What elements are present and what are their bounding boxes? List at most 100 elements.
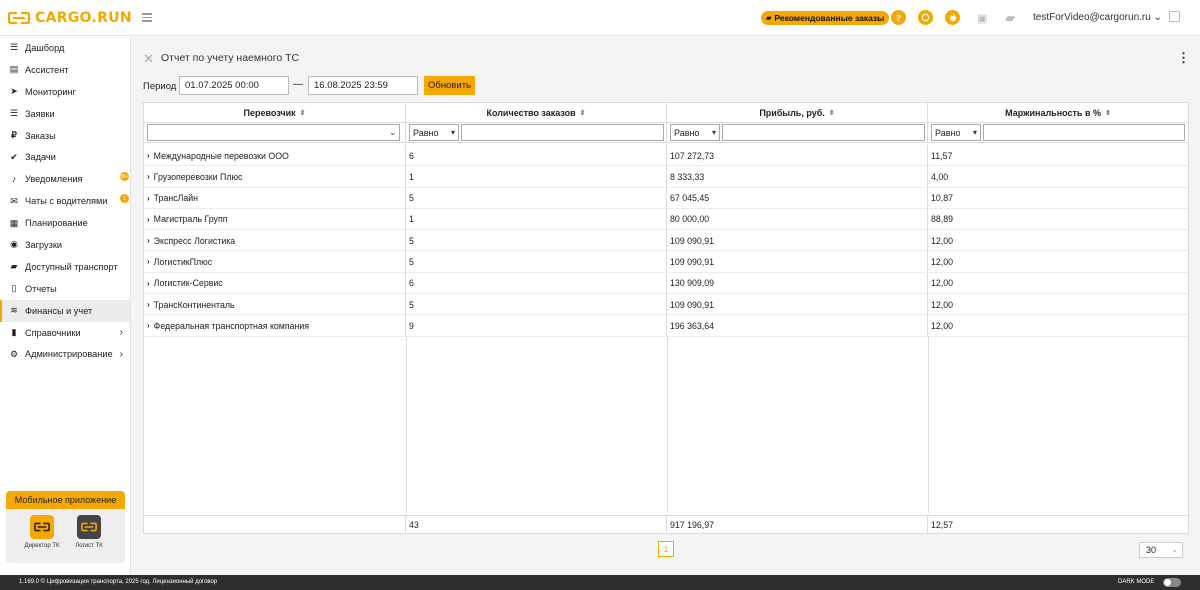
list-icon: ☰ xyxy=(9,108,19,119)
wallet-icon[interactable]: ▣ xyxy=(977,12,987,25)
filter-row: ⌄ Равно ▾ Равно ▾ Равно ▾ xyxy=(144,123,1188,143)
total-margin: 12,57 xyxy=(931,520,954,530)
director-app-icon xyxy=(30,515,54,539)
more-options-icon[interactable]: ⋮ xyxy=(1177,50,1190,66)
orders-filter-op[interactable]: Равно ▾ xyxy=(409,124,459,141)
sidebar-item-assistant[interactable]: ▤ Ассистент xyxy=(0,59,130,81)
page-title: Отчет по учету наемного ТС xyxy=(161,52,300,64)
page-size-select[interactable]: 30 ⌄ xyxy=(1139,542,1183,558)
logo-text: CARGO.RUN xyxy=(35,10,132,26)
sort-icon: ⬍ xyxy=(1105,110,1111,117)
sidebar-item-label: Уведомления xyxy=(25,174,83,185)
table-row[interactable]: › Международные перевозки ООО 6 107 272,7… xyxy=(144,145,1188,167)
table-row[interactable]: › Экспресс Логистика 5 109 090,91 12,00 xyxy=(144,230,1188,252)
expand-icon[interactable]: › xyxy=(147,151,150,160)
recommended-orders-button[interactable]: ▰ Рекомендованные заказы xyxy=(761,11,890,25)
sidebar-item-reports[interactable]: ▯ Отчеты xyxy=(0,278,130,300)
sidebar-item-monitoring[interactable]: ➤ Мониторинг xyxy=(0,81,130,103)
sidebar-item-planning[interactable]: ▦ Планирование xyxy=(0,212,130,234)
pagination-page-1[interactable]: 1 xyxy=(658,541,674,557)
margin-filter-input[interactable] xyxy=(983,124,1185,141)
sidebar-item-driver-chats[interactable]: ✉ Чаты с водителями 1 xyxy=(0,190,130,212)
dark-mode-toggle[interactable] xyxy=(1163,578,1181,587)
close-icon[interactable]: ✕ xyxy=(143,51,154,67)
sidebar-item-label: Отчеты xyxy=(25,283,57,294)
logo-icon xyxy=(8,11,30,25)
expand-icon[interactable]: › xyxy=(147,194,150,203)
total-orders: 43 xyxy=(406,516,667,534)
book-icon: ▮ xyxy=(11,327,17,338)
column-header-carrier[interactable]: Перевозчик ⬍ xyxy=(144,103,406,123)
user-menu[interactable]: testForVideo@cargorun.ru ⌄ xyxy=(1033,12,1162,23)
logout-icon[interactable] xyxy=(1169,11,1180,22)
carrier-filter-select[interactable]: ⌄ xyxy=(147,124,400,141)
refresh-button[interactable]: Обновить xyxy=(424,76,475,95)
sidebar-item-dashboard[interactable]: ☰ Дашборд xyxy=(0,37,130,59)
table-body: › Международные перевозки ООО 6 107 272,7… xyxy=(144,145,1188,337)
sidebar-item-finance[interactable]: ≋ Финансы и учет xyxy=(0,299,130,322)
help-icon[interactable]: ? xyxy=(891,10,906,25)
expand-icon[interactable]: › xyxy=(147,300,150,309)
chevron-down-icon: ▾ xyxy=(711,128,716,137)
table-row[interactable]: › Магистраль Групп 1 80 000,00 88,89 xyxy=(144,208,1188,231)
table-row[interactable]: › Федеральная транспортная компания 9 196… xyxy=(144,315,1188,337)
sidebar-item-requests[interactable]: ☰ Заявки xyxy=(0,103,130,125)
table-header: Перевозчик ⬍ Количество заказов ⬍ Прибыль,… xyxy=(144,103,1188,123)
date-from-input[interactable]: 01.07.2025 00:00 xyxy=(179,76,289,95)
profit-filter-input[interactable] xyxy=(722,124,925,141)
expand-icon[interactable]: › xyxy=(147,279,150,288)
sidebar-item-notifications[interactable]: ♪ Уведомления 99+ xyxy=(0,168,130,190)
footer-text: 1.169.0 © Цифровизация транспорта, 2025 … xyxy=(19,579,218,585)
director-app-link[interactable]: Директор ТК xyxy=(24,515,60,549)
fire-icon[interactable] xyxy=(945,10,960,25)
logo[interactable]: CARGO.RUN xyxy=(8,9,132,27)
table-row[interactable]: › ТрансЛайн 5 67 045,45 10,87 xyxy=(144,187,1188,209)
sidebar-item-directories[interactable]: ▮ Справочники › xyxy=(0,322,130,344)
sidebar-item-administration[interactable]: ⚙ Администрирование › xyxy=(0,343,130,365)
margin-filter-op[interactable]: Равно ▾ xyxy=(931,124,981,141)
column-header-orders[interactable]: Количество заказов ⬍ xyxy=(406,103,667,123)
logist-app-link[interactable]: Логист ТК xyxy=(71,515,107,549)
dashboard-icon: ☰ xyxy=(9,42,19,53)
delivery-truck-icon[interactable]: ▰ xyxy=(1005,10,1015,26)
orders-filter-input[interactable] xyxy=(461,124,664,141)
profit-filter-op[interactable]: Равно ▾ xyxy=(670,124,720,141)
sidebar-item-label: Загрузки xyxy=(25,239,62,250)
expand-icon[interactable]: › xyxy=(147,172,150,181)
sidebar-item-label: Дашборд xyxy=(25,42,65,53)
mobile-app-title: Мобильное приложение xyxy=(6,491,125,509)
logist-app-icon xyxy=(77,515,101,539)
report-icon: ▯ xyxy=(11,283,17,294)
footer: 1.169.0 © Цифровизация транспорта, 2025 … xyxy=(0,575,1200,590)
table-row[interactable]: › ЛогистикПлюс 5 109 090,91 12,00 xyxy=(144,251,1188,273)
period-label: Период xyxy=(143,81,177,92)
table-row[interactable]: › Грузоперевозки Плюс 1 8 333,33 4,00 xyxy=(144,166,1188,188)
sidebar-item-available-transport[interactable]: ▰ Доступный транспорт xyxy=(0,256,130,278)
table-row[interactable]: › ТрансКонтиненталь 5 109 090,91 12,00 xyxy=(144,294,1188,316)
user-email: testForVideo@cargorun.ru xyxy=(1033,12,1151,23)
sidebar: ☰ Дашборд ▤ Ассистент ➤ Мониторинг ☰ Зая… xyxy=(0,36,131,575)
sort-icon: ⬍ xyxy=(299,110,306,117)
menu-toggle-icon[interactable] xyxy=(142,13,152,24)
report-table: Перевозчик ⬍ Количество заказов ⬍ Прибыль,… xyxy=(143,102,1189,534)
dark-mode-label: DARK MODE xyxy=(1118,579,1155,585)
chat-icon[interactable] xyxy=(918,10,933,25)
sidebar-item-label: Справочники xyxy=(25,327,81,338)
sidebar-item-loads[interactable]: ◉ Загрузки xyxy=(0,234,130,256)
table-row[interactable]: › Логистик-Сервис 6 130 909,09 12,00 xyxy=(144,272,1188,295)
date-to-input[interactable]: 16.08.2025 23:59 xyxy=(308,76,418,95)
help-glyph: ? xyxy=(895,12,902,23)
sidebar-item-tasks[interactable]: ✔ Задачи xyxy=(0,146,130,168)
top-header: CARGO.RUN ▰ Рекомендованные заказы ? ▣ ▰… xyxy=(0,0,1200,36)
chevron-down-icon: ▾ xyxy=(450,128,455,137)
sidebar-item-orders[interactable]: ₽ Заказы xyxy=(0,125,130,147)
expand-icon[interactable]: › xyxy=(147,215,150,224)
chevron-down-icon: ⌄ xyxy=(1171,545,1178,554)
expand-icon[interactable]: › xyxy=(147,321,150,330)
sidebar-item-label: Заявки xyxy=(25,108,55,119)
column-header-margin[interactable]: Маржинальность в % ⬍ xyxy=(928,103,1188,123)
column-header-profit[interactable]: Прибыль, руб. ⬍ xyxy=(667,103,928,123)
expand-icon[interactable]: › xyxy=(147,236,150,245)
expand-icon[interactable]: › xyxy=(147,257,150,266)
chevron-right-icon: › xyxy=(119,348,123,360)
